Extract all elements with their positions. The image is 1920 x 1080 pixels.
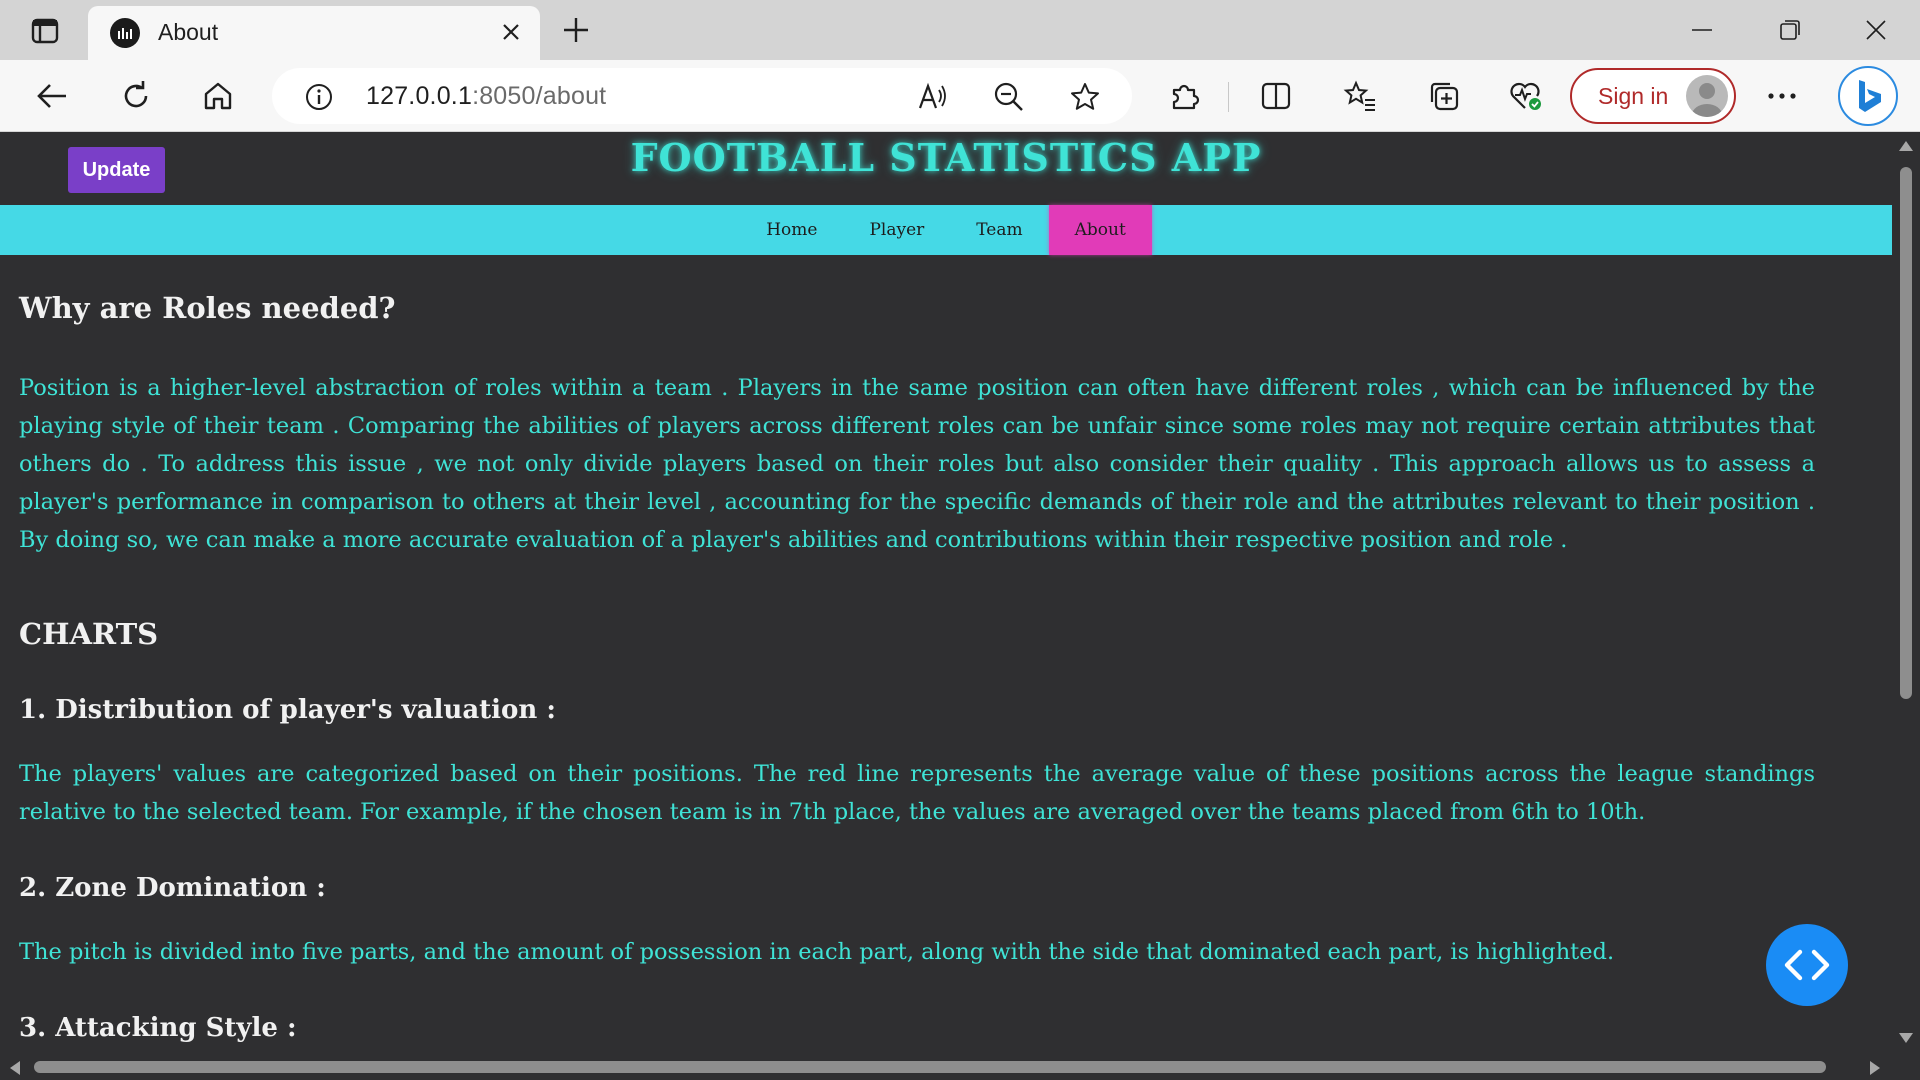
sign-in-label: Sign in xyxy=(1598,83,1669,109)
address-bar[interactable]: 127.0.0.1:8050/about xyxy=(272,68,1132,124)
close-icon[interactable] xyxy=(498,19,524,45)
scroll-left-icon[interactable] xyxy=(8,1060,22,1076)
heading-chart-valuation: 1. Distribution of player's valuation : xyxy=(19,695,556,725)
nav-about[interactable]: About xyxy=(1048,205,1152,255)
info-icon[interactable] xyxy=(304,82,334,112)
split-screen-icon[interactable] xyxy=(1256,76,1296,116)
tab-title: About xyxy=(158,19,219,45)
close-window-icon[interactable] xyxy=(1856,12,1896,48)
paragraph-roles: Position is a higher-level abstraction o… xyxy=(19,375,1815,553)
read-aloud-icon[interactable] xyxy=(916,80,950,114)
heading-roles: Why are Roles needed? xyxy=(19,291,396,325)
favicon-icon xyxy=(110,18,140,48)
heading-charts: CHARTS xyxy=(19,617,159,651)
app-header: Update FOOTBALL STATISTICS APP xyxy=(0,133,1892,205)
browser-toolbar: 127.0.0.1:8050/about Sign in xyxy=(0,60,1920,132)
scroll-up-icon[interactable] xyxy=(1898,139,1914,153)
url-host: 127.0.0.1 xyxy=(366,82,473,110)
minimize-icon[interactable] xyxy=(1682,12,1722,48)
browser-essentials-icon[interactable] xyxy=(1506,76,1546,116)
back-icon[interactable] xyxy=(32,76,72,116)
horizontal-scroll-thumb[interactable] xyxy=(34,1061,1826,1073)
heading-chart-attacking: 3. Attacking Style : xyxy=(19,1013,297,1043)
code-icon[interactable] xyxy=(1766,924,1848,1006)
home-icon[interactable] xyxy=(198,76,238,116)
scroll-right-icon[interactable] xyxy=(1868,1060,1882,1076)
url-text[interactable]: 127.0.0.1:8050/about xyxy=(366,82,606,111)
paragraph-chart-zone: The pitch is divided into five parts, an… xyxy=(19,939,1615,965)
collections-icon[interactable] xyxy=(1424,76,1464,116)
heading-chart-zone: 2. Zone Domination : xyxy=(19,873,326,903)
browser-tab-bar: About xyxy=(0,0,1920,60)
navbar: Home Player Team About xyxy=(0,205,1892,255)
nav-team[interactable]: Team xyxy=(950,205,1048,255)
extensions-icon[interactable] xyxy=(1164,76,1204,116)
about-content: Why are Roles needed? Position is a high… xyxy=(19,255,1815,1043)
vertical-scrollbar[interactable] xyxy=(1892,133,1920,1055)
vertical-scroll-thumb[interactable] xyxy=(1900,167,1912,699)
refresh-icon[interactable] xyxy=(116,76,156,116)
nav-home[interactable]: Home xyxy=(740,205,843,255)
plus-icon[interactable] xyxy=(558,12,594,48)
sign-in-button[interactable]: Sign in xyxy=(1570,68,1736,124)
url-path: :8050/about xyxy=(472,82,607,110)
scroll-down-icon[interactable] xyxy=(1898,1031,1914,1045)
more-icon[interactable] xyxy=(1762,76,1802,116)
sidebar-icon[interactable] xyxy=(28,16,62,46)
active-tab[interactable]: About xyxy=(88,6,540,60)
app-title: FOOTBALL STATISTICS APP xyxy=(630,135,1262,180)
toolbar-separator xyxy=(1228,82,1229,112)
paragraph-chart-valuation: The players' values are categorized base… xyxy=(19,761,1815,825)
star-icon[interactable] xyxy=(1068,80,1102,114)
zoom-out-icon[interactable] xyxy=(992,80,1026,114)
maximize-icon[interactable] xyxy=(1770,12,1810,48)
page-viewport: Update FOOTBALL STATISTICS APP Home Play… xyxy=(0,133,1892,1055)
nav-player[interactable]: Player xyxy=(843,205,950,255)
favorites-icon[interactable] xyxy=(1340,76,1380,116)
bing-icon[interactable] xyxy=(1838,66,1898,126)
avatar xyxy=(1686,75,1728,117)
horizontal-scrollbar[interactable] xyxy=(0,1055,1920,1080)
